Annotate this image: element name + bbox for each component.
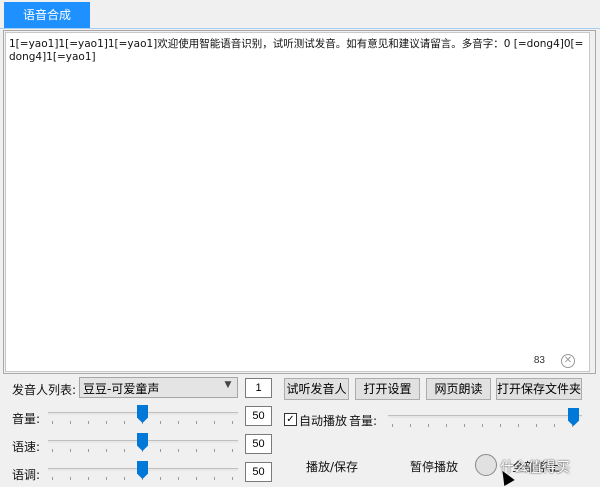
voice-count-field[interactable]: 1 bbox=[245, 378, 272, 398]
watermark-logo-icon bbox=[475, 454, 497, 476]
tab-speech-synthesis[interactable]: 语音合成 bbox=[4, 2, 90, 28]
open-save-folder-button[interactable]: 打开保存文件夹 bbox=[496, 378, 582, 400]
open-settings-button[interactable]: 打开设置 bbox=[355, 378, 420, 400]
speed-value-field[interactable]: 50 bbox=[245, 434, 272, 454]
play-save-button[interactable]: 播放/保存 bbox=[306, 458, 358, 475]
volume-value-field[interactable]: 50 bbox=[245, 406, 272, 426]
volume-slider[interactable] bbox=[48, 403, 238, 427]
volume-label: 音量: bbox=[12, 412, 41, 426]
playback-volume-track bbox=[388, 415, 582, 418]
speed-label: 语速: bbox=[12, 440, 41, 454]
autoplay-checkbox[interactable]: ✓ bbox=[284, 413, 297, 426]
speed-slider[interactable] bbox=[48, 431, 238, 455]
preview-voice-button[interactable]: 试听发音人 bbox=[284, 378, 349, 400]
voice-list-label: 发音人列表: bbox=[12, 383, 77, 397]
playback-volume-ticks bbox=[392, 424, 578, 427]
tab-underline bbox=[0, 28, 600, 29]
character-count: 83 bbox=[533, 355, 545, 366]
chevron-down-icon[interactable]: ▼ bbox=[222, 380, 234, 394]
pitch-value-field[interactable]: 50 bbox=[245, 462, 272, 482]
pitch-label: 语调: bbox=[12, 468, 41, 482]
web-read-button[interactable]: 网页朗读 bbox=[426, 378, 491, 400]
editor-text-content[interactable]: 1[=yao1]1[=yao1]1[=yao1]欢迎使用智能语音识别，试听测试发… bbox=[9, 38, 584, 63]
autoplay-label: 自动播放 bbox=[299, 414, 348, 428]
playback-volume-slider[interactable] bbox=[388, 406, 582, 430]
pause-play-button[interactable]: 暂停播放 bbox=[410, 458, 458, 475]
pitch-slider[interactable] bbox=[48, 459, 238, 483]
playback-volume-label: 音量: bbox=[349, 414, 378, 428]
voice-select-value: 豆豆-可爱童声 bbox=[83, 382, 160, 396]
clear-circle-icon[interactable]: ✕ bbox=[561, 354, 575, 368]
voice-select[interactable]: 豆豆-可爱童声 ▼ bbox=[79, 377, 238, 398]
text-editor[interactable]: 1[=yao1]1[=yao1]1[=yao1]欢迎使用智能语音识别，试听测试发… bbox=[5, 32, 590, 372]
